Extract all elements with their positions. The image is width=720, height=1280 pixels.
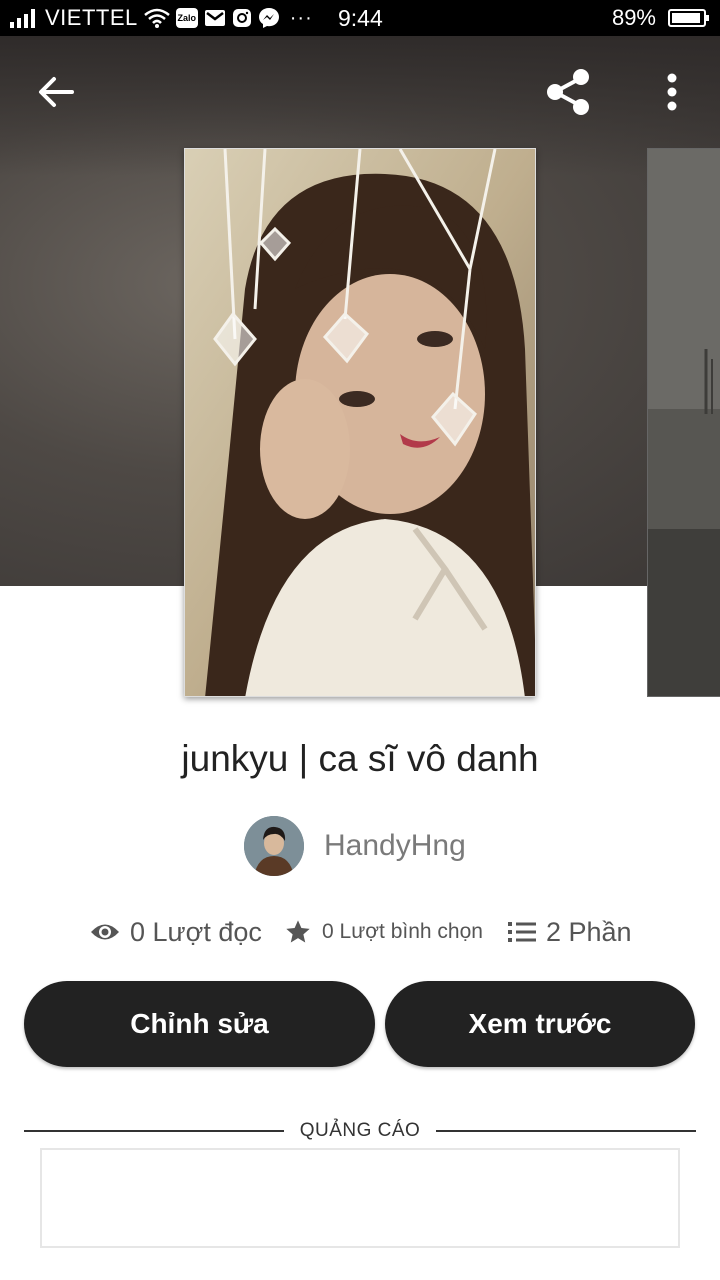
preview-button[interactable]: Xem trước: [385, 981, 695, 1067]
story-title: junkyu | ca sĩ vô danh: [181, 738, 539, 779]
more-notifications-icon: ···: [289, 6, 313, 29]
star-icon: [286, 920, 310, 943]
story-stats: 0 Lượt đọc 0 Lượt bình chọn 2 Phần: [0, 908, 720, 956]
eye-icon: [91, 924, 119, 940]
ad-header: QUẢNG CÁO: [24, 1118, 696, 1144]
battery-percent: 89%: [611, 5, 656, 30]
parts-stat: 2 Phần: [508, 908, 632, 956]
reads-stat: 0 Lượt đọc: [90, 908, 262, 956]
signal-icon: [10, 8, 35, 28]
back-button[interactable]: [24, 60, 88, 124]
next-cover-photo: [648, 149, 720, 696]
status-bar: VIETTEL Zalo ··· 9:44 89%: [0, 0, 720, 36]
avatar[interactable]: [244, 816, 304, 876]
story-cover-image[interactable]: [184, 148, 536, 697]
ad-label: QUẢNG CÁO: [299, 1120, 421, 1141]
cover-photo: [185, 149, 535, 696]
next-story-cover[interactable]: [647, 148, 720, 697]
list-icon: [508, 922, 536, 942]
wifi-icon: [143, 8, 170, 28]
status-bar-right: 89%: [611, 0, 709, 36]
more-vertical-icon: [667, 73, 677, 111]
instagram-icon: [232, 9, 251, 27]
reads-count: 0 Lượt đọc: [130, 916, 262, 947]
carrier-name: VIETTEL: [45, 5, 138, 30]
messenger-icon: [258, 8, 279, 28]
battery-icon: [668, 9, 709, 27]
zalo-icon: Zalo: [175, 8, 198, 28]
more-options-button[interactable]: [640, 60, 704, 124]
share-button[interactable]: [536, 60, 600, 124]
ad-slot[interactable]: [40, 1148, 680, 1248]
avatar-image: [244, 816, 304, 876]
zalo-icon-label: Zalo: [177, 13, 196, 23]
votes-stat: 0 Lượt bình chọn: [284, 908, 483, 956]
votes-count: 0 Lượt bình chọn: [322, 920, 483, 943]
status-time: 9:44: [338, 5, 383, 31]
divider: [24, 1130, 284, 1132]
divider: [436, 1130, 696, 1132]
author-row[interactable]: HandyHng: [244, 816, 466, 876]
author-name[interactable]: HandyHng: [324, 829, 466, 863]
edit-button[interactable]: Chỉnh sửa: [24, 981, 375, 1067]
status-bar-left: VIETTEL Zalo ···: [10, 0, 313, 36]
gmail-icon: [204, 10, 225, 26]
arrow-left-icon: [39, 77, 74, 107]
share-icon: [547, 69, 589, 115]
parts-count: 2 Phần: [546, 916, 632, 947]
